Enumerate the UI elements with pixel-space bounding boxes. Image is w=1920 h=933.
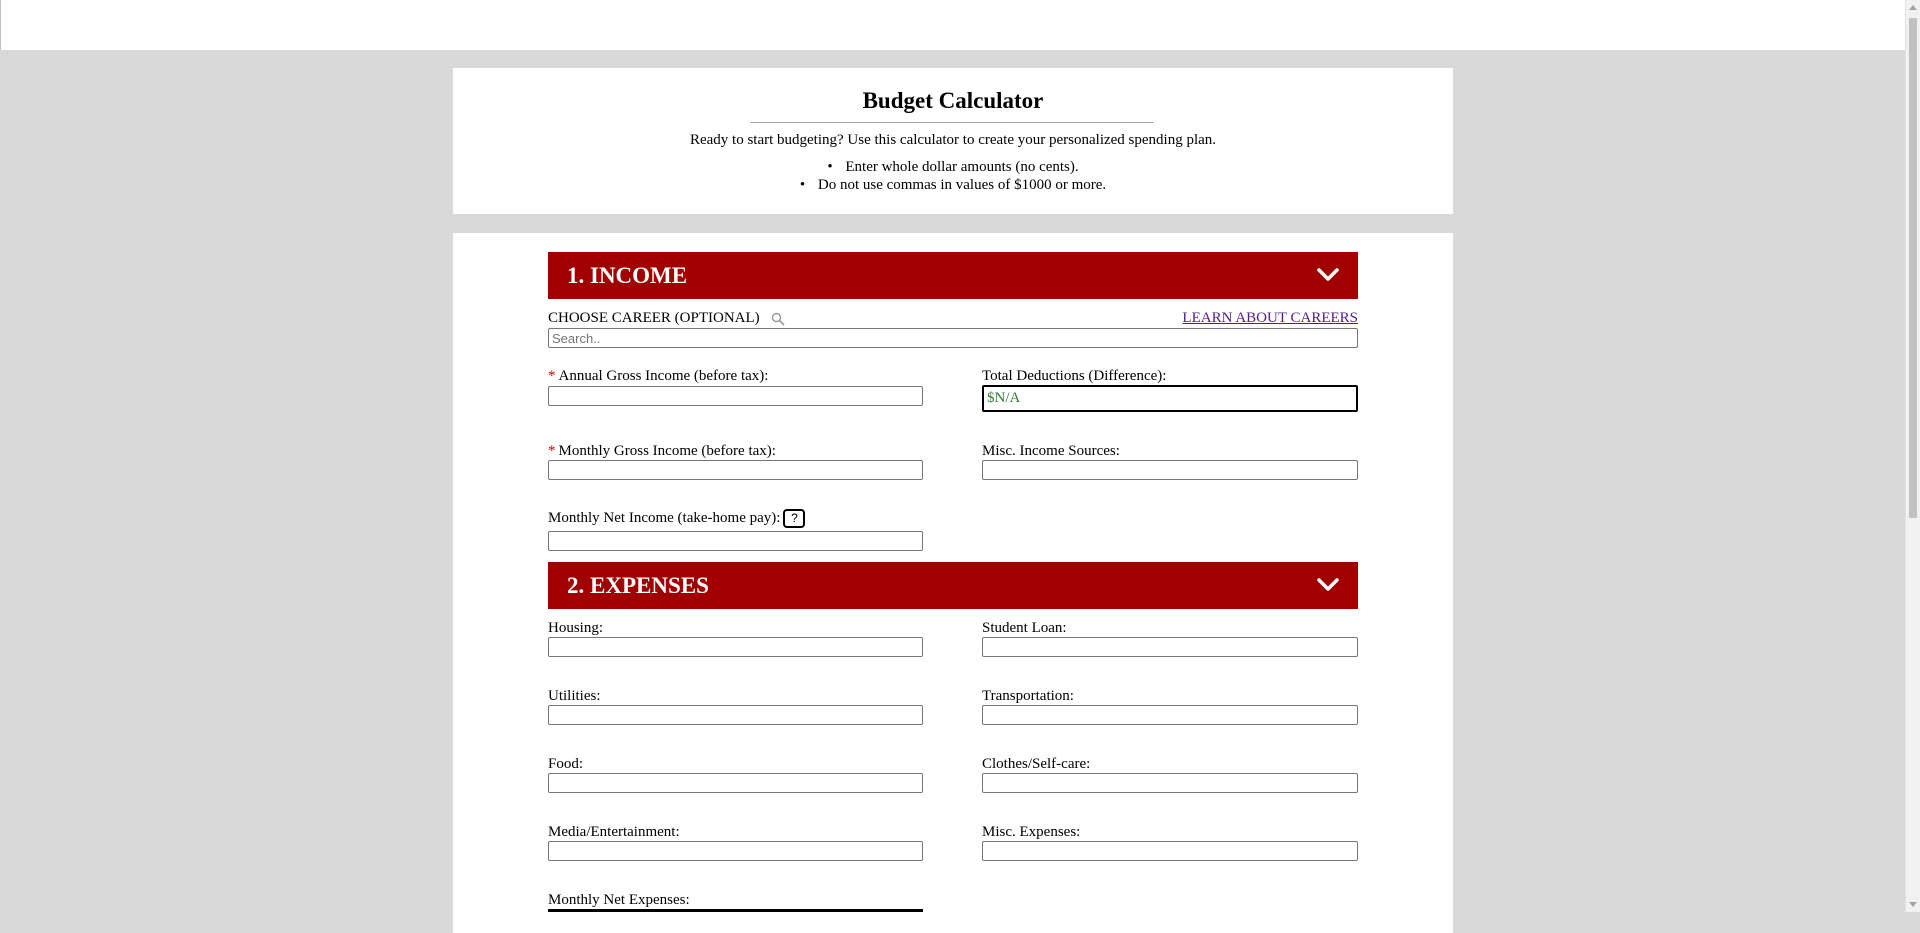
search-icon [772, 312, 785, 326]
page-scrollbar[interactable] [1905, 0, 1920, 912]
total-deductions-value: $N/A [982, 385, 1358, 412]
chevron-down-icon[interactable] [1316, 263, 1340, 287]
browser-top-area [0, 0, 1905, 50]
monthly-net-label-row: Monthly Net Income (take-home pay):? [548, 509, 806, 529]
help-button[interactable]: ? [783, 509, 806, 529]
income-section-title: 1. INCOME [567, 263, 688, 288]
title-divider [750, 122, 1154, 123]
tip-item: • Enter whole dollar amounts (no cents). [827, 159, 1079, 175]
annual-gross-income-input[interactable] [548, 386, 923, 406]
housing-input[interactable] [548, 637, 923, 657]
page-title: Budget Calculator [862, 88, 1044, 113]
career-label: CHOOSE CAREER (OPTIONAL) [548, 310, 760, 326]
expenses-section-header[interactable]: 2. EXPENSES [548, 562, 1358, 609]
learn-about-careers-link[interactable]: LEARN ABOUT CAREERS [1182, 309, 1358, 327]
food-label: Food: [548, 756, 584, 772]
student-loan-input[interactable] [982, 637, 1358, 657]
intro-description: Ready to start budgeting? Use this calcu… [689, 132, 1217, 148]
monthly-net-label: Monthly Net Income (take-home pay): [548, 510, 781, 526]
annual-gross-label-row: * Annual Gross Income (before tax): [548, 367, 768, 385]
utilities-input[interactable] [548, 705, 923, 725]
tip-item: • Do not use commas in values of $1000 or… [799, 177, 1107, 193]
media-label: Media/Entertainment: [548, 824, 680, 840]
monthly-gross-label-row: * Monthly Gross Income (before tax): [548, 442, 776, 460]
monthly-net-income-input[interactable] [548, 531, 923, 551]
scroll-down-arrow-icon[interactable] [1909, 902, 1917, 907]
income-section-header[interactable]: 1. INCOME [548, 252, 1358, 299]
budget-form: 1. INCOME CHOOSE CAREER (OPTIONAL) LEARN… [453, 233, 1453, 933]
clothes-input[interactable] [982, 773, 1358, 793]
intro-card: Budget Calculator Ready to start budgeti… [453, 68, 1453, 214]
student-loan-label: Student Loan: [982, 620, 1067, 636]
transportation-label: Transportation: [982, 688, 1074, 704]
annual-gross-label: Annual Gross Income (before tax): [558, 368, 769, 384]
tip-text: Do not use commas in values of $1000 or … [817, 177, 1107, 193]
scrollbar-thumb[interactable] [1909, 18, 1917, 518]
misc-expenses-input[interactable] [982, 841, 1358, 861]
transportation-input[interactable] [982, 705, 1358, 725]
monthly-gross-income-input[interactable] [548, 460, 923, 480]
food-input[interactable] [548, 773, 923, 793]
scroll-up-arrow-icon[interactable] [1909, 5, 1917, 10]
monthly-net-expenses-label: Monthly Net Expenses: [548, 892, 690, 908]
media-input[interactable] [548, 841, 923, 861]
career-search-input[interactable] [548, 328, 1358, 348]
utilities-label: Utilities: [548, 688, 601, 704]
tips-list: • Enter whole dollar amounts (no cents). … [453, 158, 1453, 194]
monthly-gross-label: Monthly Gross Income (before tax): [558, 443, 776, 459]
misc-income-input[interactable] [982, 460, 1358, 480]
required-marker: * [548, 368, 556, 384]
required-marker: * [548, 443, 556, 459]
tip-text: Enter whole dollar amounts (no cents). [845, 159, 1079, 175]
expenses-section-title: 2. EXPENSES [567, 573, 709, 598]
total-deductions-label: Total Deductions (Difference): [982, 368, 1167, 384]
misc-income-label: Misc. Income Sources: [982, 443, 1120, 459]
housing-label: Housing: [548, 620, 604, 636]
chevron-down-icon[interactable] [1316, 573, 1340, 597]
career-label-row: CHOOSE CAREER (OPTIONAL) [548, 309, 785, 327]
clothes-label: Clothes/Self-care: [982, 756, 1091, 772]
misc-expenses-label: Misc. Expenses: [982, 824, 1081, 840]
